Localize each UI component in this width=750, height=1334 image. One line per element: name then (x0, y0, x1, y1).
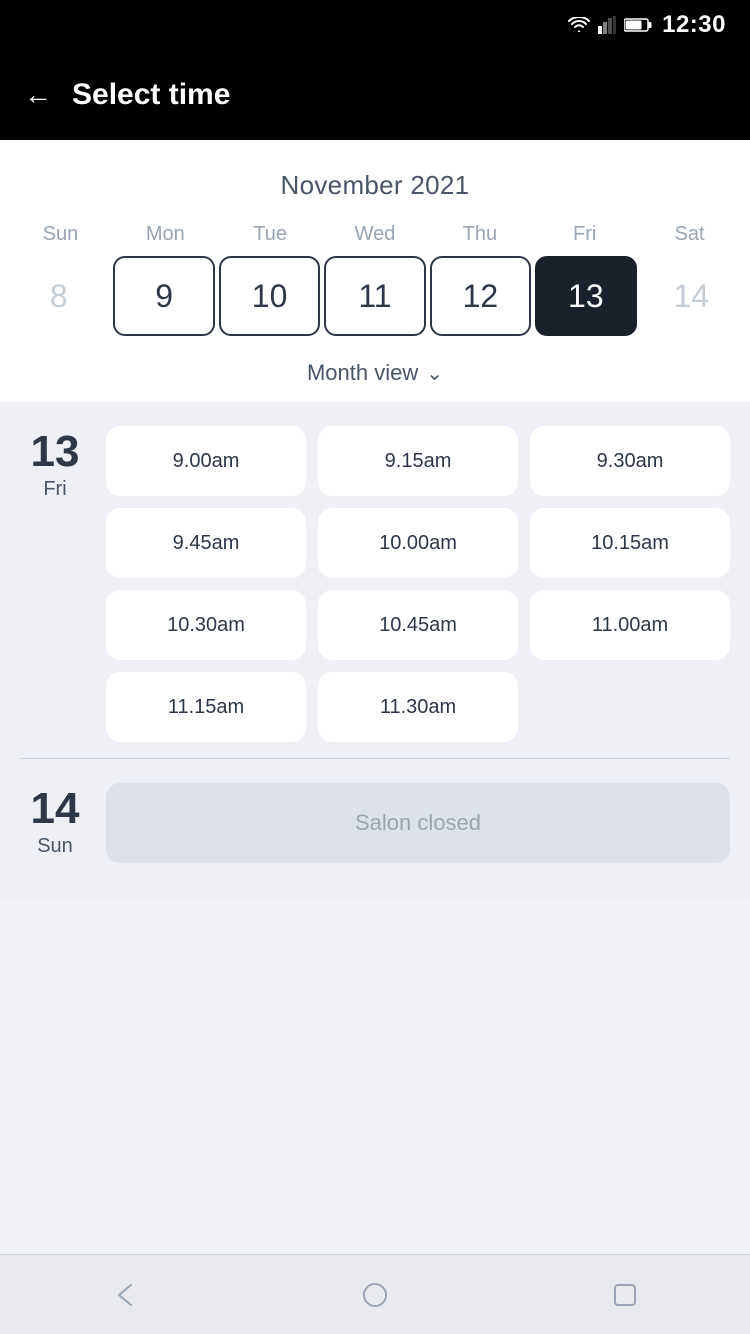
month-view-label: Month view (307, 360, 418, 386)
salon-closed-box: Salon closed (106, 783, 730, 863)
day-header-sun: Sun (8, 219, 113, 256)
home-nav-icon (361, 1281, 389, 1309)
time-slot-1130am[interactable]: 11.30am (318, 672, 518, 742)
date-cell-11[interactable]: 11 (324, 256, 425, 336)
status-icons (568, 16, 652, 34)
back-nav-icon (111, 1281, 139, 1309)
chevron-down-icon: ⌄ (426, 361, 443, 386)
battery-icon (624, 17, 652, 33)
day-14-block: 14 Sun Salon closed (20, 783, 730, 863)
day-13-number: 13 (31, 430, 80, 474)
page-title: Select time (72, 78, 230, 112)
day-13-slots-grid: 9.00am 9.15am 9.30am 9.45am 10.00am 10.1… (106, 426, 730, 742)
date-cell-13[interactable]: 13 (535, 256, 636, 336)
app-header: ← Select time (0, 50, 750, 140)
time-slot-915am[interactable]: 9.15am (318, 426, 518, 496)
salon-closed-label: Salon closed (355, 810, 481, 836)
time-slot-930am[interactable]: 9.30am (530, 426, 730, 496)
day-headers: Sun Mon Tue Wed Thu Fri Sat (0, 219, 750, 256)
wifi-icon (568, 17, 590, 33)
time-slot-1015am[interactable]: 10.15am (530, 508, 730, 578)
nav-back-button[interactable] (95, 1265, 155, 1325)
bottom-nav (0, 1254, 750, 1334)
day-13-block: 13 Fri 9.00am 9.15am 9.30am 9.45am 10.00… (20, 426, 730, 742)
day-14-label: 14 Sun (20, 783, 90, 858)
date-cell-10[interactable]: 10 (219, 256, 320, 336)
recent-nav-icon (611, 1281, 639, 1309)
day-header-mon: Mon (113, 219, 218, 256)
day-14-name: Sun (37, 835, 73, 858)
calendar-section: November 2021 Sun Mon Tue Wed Thu Fri Sa… (0, 140, 750, 402)
time-slot-1100am[interactable]: 11.00am (530, 590, 730, 660)
day-14-number: 14 (31, 787, 80, 831)
month-view-toggle[interactable]: Month view ⌄ (0, 352, 750, 402)
date-cell-9[interactable]: 9 (113, 256, 214, 336)
date-cell-12[interactable]: 12 (430, 256, 531, 336)
status-time: 12:30 (662, 11, 726, 39)
time-slot-900am[interactable]: 9.00am (106, 426, 306, 496)
day-header-wed: Wed (323, 219, 428, 256)
date-cell-8[interactable]: 8 (8, 256, 109, 336)
time-slot-1000am[interactable]: 10.00am (318, 508, 518, 578)
time-slot-1030am[interactable]: 10.30am (106, 590, 306, 660)
nav-recent-button[interactable] (595, 1265, 655, 1325)
day-header-fri: Fri (532, 219, 637, 256)
time-slot-1115am[interactable]: 11.15am (106, 672, 306, 742)
month-year-title: November 2021 (0, 160, 750, 219)
time-slot-945am[interactable]: 9.45am (106, 508, 306, 578)
timeslots-section: 13 Fri 9.00am 9.15am 9.30am 9.45am 10.00… (0, 402, 750, 899)
day-header-tue: Tue (218, 219, 323, 256)
day-header-sat: Sat (637, 219, 742, 256)
time-slot-1045am[interactable]: 10.45am (318, 590, 518, 660)
signal-icon (598, 16, 616, 34)
day-13-name: Fri (43, 478, 66, 501)
section-divider (20, 758, 730, 759)
nav-home-button[interactable] (345, 1265, 405, 1325)
date-row: 8 9 10 11 12 13 14 (0, 256, 750, 352)
day-13-label: 13 Fri (20, 426, 90, 742)
date-cell-14[interactable]: 14 (641, 256, 742, 336)
back-button[interactable]: ← (24, 81, 52, 109)
status-bar: 12:30 (0, 0, 750, 50)
day-header-thu: Thu (427, 219, 532, 256)
